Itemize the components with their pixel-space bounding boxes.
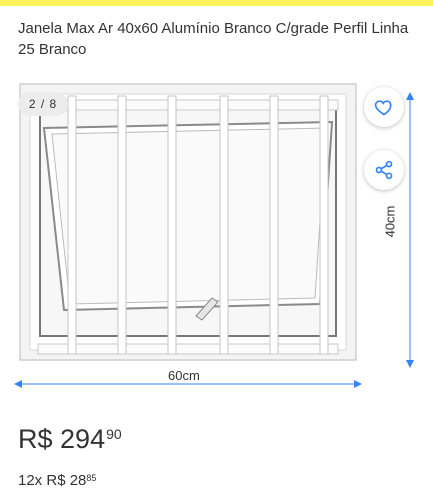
installments-count: 12x xyxy=(18,472,43,489)
price-currency: R$ xyxy=(18,424,53,454)
product-image[interactable] xyxy=(0,78,433,408)
price: R$ 29490 xyxy=(18,424,122,455)
installments-amount: 28 xyxy=(69,472,87,489)
product-title: Janela Max Ar 40x60 Alumínio Branco C/gr… xyxy=(18,20,409,59)
favorite-button[interactable] xyxy=(364,87,404,127)
installments-cents: 85 xyxy=(86,473,97,483)
installments: 12x R$ 2885 xyxy=(18,472,96,489)
price-amount: 294 xyxy=(60,424,106,454)
width-dimension-label: 60cm xyxy=(168,368,200,383)
heart-icon xyxy=(374,100,392,116)
height-dimension-label: 40cm xyxy=(382,205,398,238)
price-cents: 90 xyxy=(106,426,122,442)
image-counter: 2 / 8 xyxy=(18,92,68,116)
installments-currency: R$ xyxy=(46,472,66,489)
share-icon xyxy=(375,160,393,180)
image-gallery[interactable]: 2 / 8 60cm 40cm xyxy=(0,78,433,408)
top-accent-bar xyxy=(0,0,433,6)
share-button[interactable] xyxy=(364,150,404,190)
